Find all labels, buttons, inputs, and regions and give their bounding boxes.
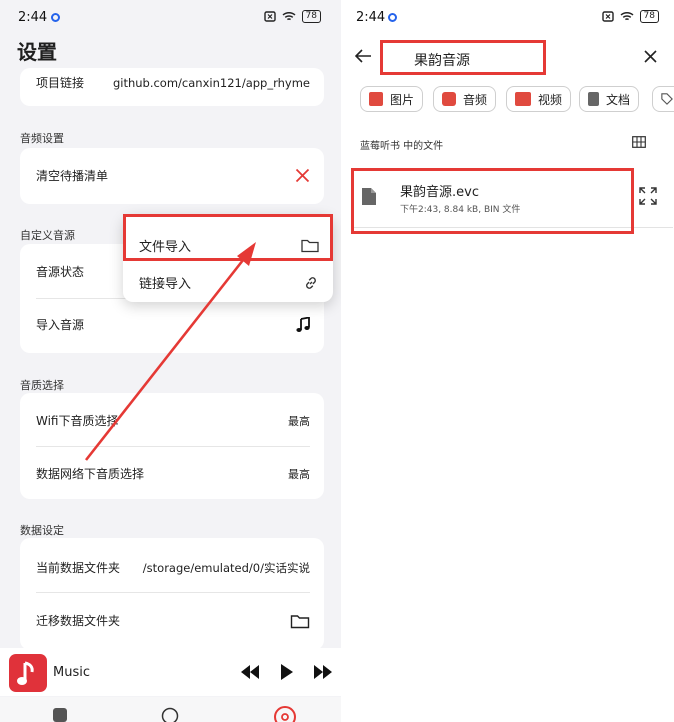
grid-view-icon[interactable]: [632, 136, 646, 148]
image-icon: [369, 92, 383, 106]
location-label: 蓝莓听书 中的文件: [360, 141, 444, 152]
file-picker-screen: 2:44 78 图片 音频 视频 文档 蓝莓听书 中的文件 果韵音源.evc 下…: [341, 0, 674, 722]
highlight-box-file-row: [351, 168, 634, 234]
chip-documents-label: 文档: [606, 92, 631, 107]
clear-queue-row[interactable]: 清空待播清单: [36, 167, 310, 184]
notification-dot-icon: [51, 13, 60, 22]
link-icon: [306, 276, 316, 289]
current-folder-value: /storage/emulated/0/实话实说: [142, 560, 310, 575]
tag-icon: [661, 93, 673, 105]
close-icon[interactable]: [644, 50, 657, 63]
quality-card: Wifi下音质选择 最高 数据网络下音质选择 最高: [20, 393, 324, 499]
wifi-icon: [282, 11, 296, 21]
page-title: 设置: [17, 40, 57, 64]
music-note-icon: [296, 316, 310, 332]
settings-screen: 2:44 78 设置 项目链接 github.com/canxin121/app…: [0, 0, 341, 722]
project-link-value[interactable]: github.com/canxin121/app_rhyme: [113, 76, 310, 90]
status-icons: 78: [601, 10, 659, 23]
library-tab-icon[interactable]: [51, 707, 69, 722]
link-import-label: 链接导入: [139, 277, 192, 292]
chip-video-label: 视频: [538, 92, 563, 107]
music-note-icon: [17, 661, 34, 685]
play-icon[interactable]: [280, 664, 293, 680]
move-folder-label: 迁移数据文件夹: [36, 614, 121, 628]
section-data: 数据设定: [20, 524, 64, 537]
project-link-label: 项目链接: [36, 76, 85, 90]
mobile-quality-label: 数据网络下音质选择: [36, 467, 145, 481]
album-cover[interactable]: [9, 654, 47, 692]
link-import-item[interactable]: 链接导入: [139, 273, 319, 292]
player-title: Music: [53, 665, 90, 680]
chip-audio-label: 音频: [463, 92, 488, 107]
chip-audio[interactable]: 音频: [433, 86, 497, 112]
folder-icon[interactable]: [290, 613, 310, 629]
audio-card: 清空待播清单: [20, 148, 324, 204]
previous-icon[interactable]: [240, 665, 260, 679]
highlight-box-file-import: [123, 214, 333, 261]
notification-dot-icon: [388, 13, 397, 22]
document-icon: [588, 92, 599, 106]
import-source-row[interactable]: 导入音源: [36, 316, 310, 333]
divider: [36, 446, 310, 447]
status-bar: 2:44 78: [0, 0, 341, 36]
settings-tab-icon[interactable]: [272, 704, 298, 722]
close-icon[interactable]: [295, 168, 310, 183]
wifi-quality-label: Wifi下音质选择: [36, 414, 119, 428]
section-custom-source: 自定义音源: [20, 229, 75, 242]
headphones-icon: [442, 92, 456, 106]
next-icon[interactable]: [313, 665, 333, 679]
status-time: 2:44: [18, 10, 48, 25]
sim-icon: [263, 11, 276, 22]
chip-video[interactable]: 视频: [506, 86, 572, 112]
source-status-label: 音源状态: [36, 265, 85, 279]
battery-indicator: 78: [301, 10, 321, 23]
chip-images[interactable]: 图片: [360, 86, 424, 112]
sim-icon: [601, 11, 614, 22]
bottom-navigation: [0, 697, 341, 722]
section-quality: 音质选择: [20, 379, 64, 392]
chip-images-label: 图片: [390, 92, 415, 107]
project-card: 项目链接 github.com/canxin121/app_rhyme: [20, 68, 324, 106]
chip-more[interactable]: [652, 86, 674, 112]
mini-player[interactable]: Music: [0, 648, 341, 696]
wifi-quality-value: 最高: [288, 414, 310, 428]
mobile-quality-value: 最高: [288, 467, 310, 481]
back-arrow-icon[interactable]: [355, 49, 371, 63]
data-card: 当前数据文件夹 /storage/emulated/0/实话实说 迁移数据文件夹: [20, 538, 324, 650]
mobile-quality-row[interactable]: 数据网络下音质选择 最高: [36, 465, 310, 482]
move-folder-row[interactable]: 迁移数据文件夹: [36, 612, 310, 629]
chip-documents[interactable]: 文档: [579, 86, 640, 112]
status-bar: 2:44 78: [341, 0, 674, 36]
search-tab-icon[interactable]: [160, 706, 180, 722]
current-folder-label: 当前数据文件夹: [36, 561, 121, 575]
status-time: 2:44: [356, 10, 386, 25]
clear-queue-label: 清空待播清单: [36, 169, 109, 183]
divider: [36, 592, 310, 593]
expand-icon[interactable]: [639, 187, 657, 205]
section-audio: 音频设置: [20, 132, 64, 145]
wifi-quality-row[interactable]: Wifi下音质选择 最高: [36, 412, 310, 429]
project-link-row[interactable]: 项目链接 github.com/canxin121/app_rhyme: [36, 74, 310, 91]
current-folder-row[interactable]: 当前数据文件夹 /storage/emulated/0/实话实说: [36, 559, 310, 576]
import-source-label: 导入音源: [36, 318, 85, 332]
status-icons: 78: [263, 10, 321, 23]
highlight-box-search-title: [380, 40, 546, 75]
clapperboard-icon: [515, 92, 531, 106]
battery-indicator: 78: [639, 10, 659, 23]
wifi-icon: [620, 11, 634, 21]
